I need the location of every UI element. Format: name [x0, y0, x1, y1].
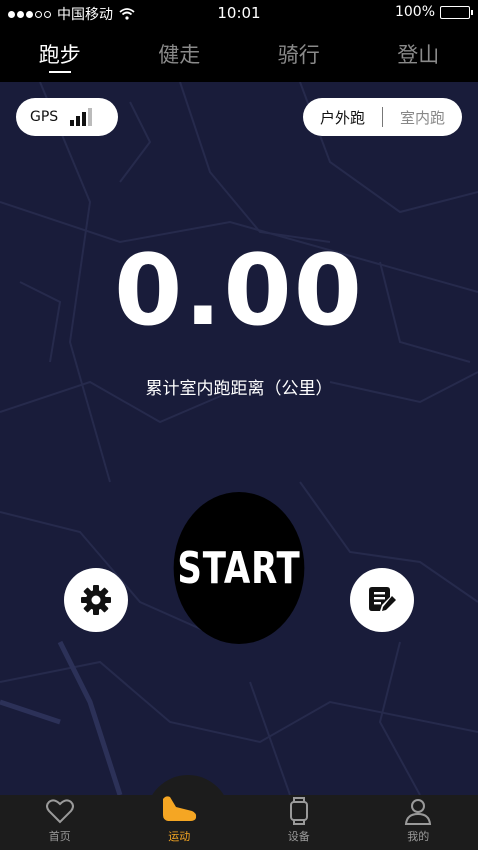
tab-hiking[interactable]: 登山: [359, 26, 478, 82]
nav-label: 首页: [48, 830, 71, 843]
outdoor-run-option[interactable]: 户外跑: [303, 107, 382, 128]
tab-cycling[interactable]: 骑行: [239, 26, 359, 82]
person-icon: [404, 797, 432, 825]
battery-icon: [440, 5, 473, 19]
map-area: GPS 户外跑 室内跑 0.00 累计室内跑距离（公里） START: [0, 82, 478, 795]
running-shoe-icon: [160, 794, 198, 822]
status-bar: 中国移动 10:01 100%: [0, 0, 478, 26]
gps-label: GPS: [30, 109, 59, 125]
tab-label: 登山: [397, 43, 440, 67]
run-mode-toggle: 户外跑 室内跑: [303, 98, 462, 136]
indoor-run-option[interactable]: 室内跑: [383, 107, 462, 128]
nav-device[interactable]: 设备: [239, 795, 359, 850]
gps-indicator: GPS: [16, 98, 118, 136]
sport-tabs: 跑步 健走 骑行 登山: [0, 26, 478, 82]
tab-label: 骑行: [277, 43, 320, 67]
records-button[interactable]: [350, 568, 414, 632]
nav-mine[interactable]: 我的: [359, 795, 478, 850]
notes-edit-icon: [369, 587, 396, 611]
settings-button[interactable]: [64, 568, 128, 632]
start-button[interactable]: START: [173, 492, 305, 644]
active-tab-underline: [48, 71, 71, 73]
distance-label: 累计室内跑距离（公里）: [145, 379, 333, 399]
nav-label: 运动: [168, 830, 191, 843]
nav-home[interactable]: 首页: [0, 795, 120, 850]
signal-bars-icon: [70, 108, 93, 126]
tab-walking[interactable]: 健走: [120, 26, 240, 82]
tab-label: 跑步: [38, 43, 81, 67]
nav-sport[interactable]: 运动: [120, 795, 240, 850]
tab-running[interactable]: 跑步: [0, 26, 120, 82]
status-right: 100%: [394, 4, 473, 20]
nav-label: 设备: [287, 830, 310, 843]
watch-icon: [289, 797, 309, 825]
bottom-nav: 首页 运动 设备 我的: [0, 795, 478, 850]
map-background: [0, 82, 478, 795]
distance-value: 0.00: [114, 234, 364, 348]
battery-percent: 100%: [394, 4, 435, 20]
nav-label: 我的: [407, 830, 430, 843]
heart-icon: [45, 797, 74, 825]
gear-icon: [81, 585, 111, 615]
tab-label: 健走: [158, 43, 201, 67]
